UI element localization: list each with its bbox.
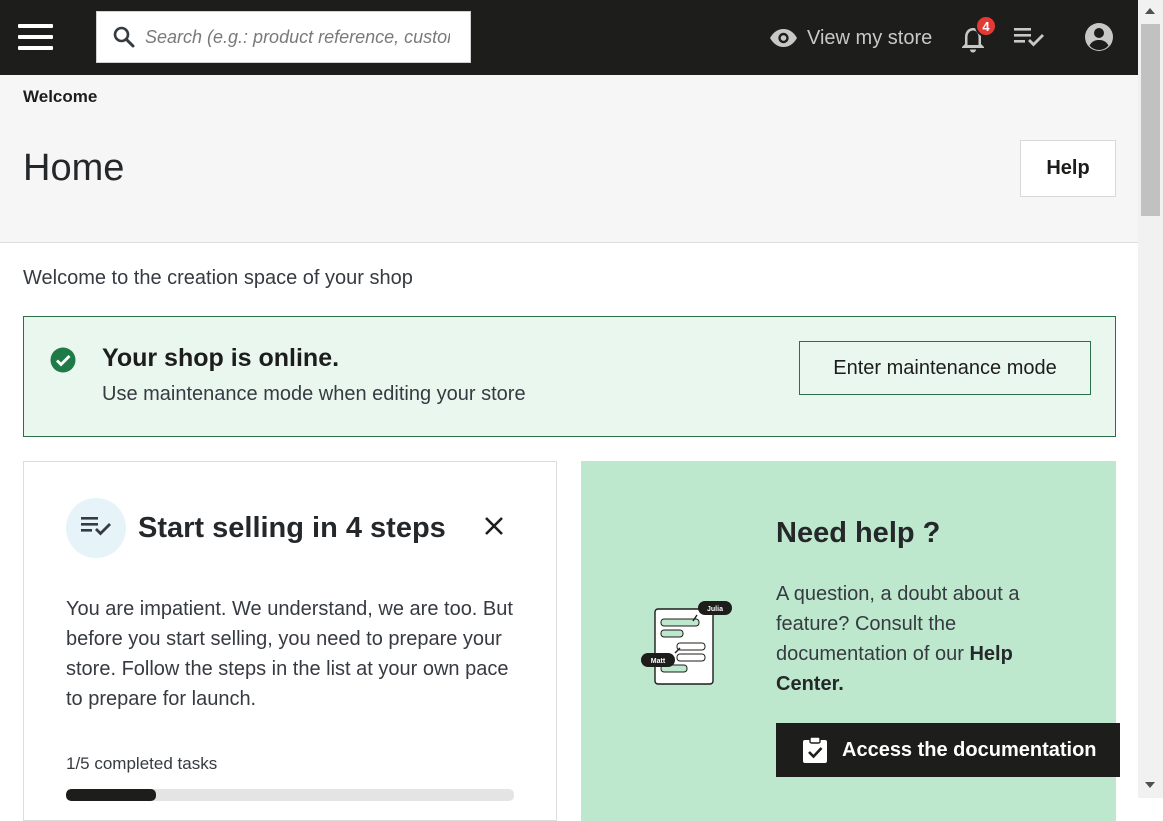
completed-tasks-label: 1/5 completed tasks (66, 754, 218, 773)
tasks-progress-fill (66, 789, 156, 801)
view-my-store-link[interactable]: View my store (769, 24, 932, 52)
chat-name-matt: Matt (651, 658, 666, 665)
steps-icon-badge (66, 498, 126, 558)
check-circle-icon (50, 347, 76, 373)
help-button[interactable]: Help (1020, 140, 1116, 197)
chat-name-julia: Julia (707, 606, 723, 613)
shop-online-title: Your shop is online. (102, 344, 340, 372)
chat-illustration: Julia Matt (641, 601, 732, 685)
tasks-progress-bar (66, 789, 514, 801)
eye-icon (770, 29, 797, 47)
need-help-text: A question, a doubt about a feature? Con… (776, 579, 1066, 699)
page-title: Home (23, 147, 125, 189)
notifications-count-badge: 4 (975, 15, 997, 37)
start-selling-title: Start selling in 4 steps (138, 512, 446, 544)
scrollbar-thumb[interactable] (1141, 24, 1160, 216)
checklist-icon (81, 517, 111, 536)
search-icon (113, 26, 135, 48)
need-help-title: Need help ? (776, 517, 941, 549)
enter-maintenance-mode-button[interactable]: Enter maintenance mode (799, 341, 1091, 395)
shop-online-banner: Your shop is online. Use maintenance mod… (23, 316, 1116, 437)
search-box[interactable] (96, 11, 471, 63)
top-bar: View my store 4 (0, 0, 1138, 75)
scroll-down-arrow-icon[interactable] (1145, 782, 1155, 788)
welcome-text: Welcome to the creation space of your sh… (23, 267, 413, 289)
menu-icon[interactable] (18, 24, 53, 50)
start-selling-card: Start selling in 4 steps You are impatie… (23, 461, 557, 821)
breadcrumb[interactable]: Welcome (23, 87, 97, 107)
scroll-up-arrow-icon[interactable] (1145, 8, 1155, 14)
close-icon[interactable] (484, 516, 504, 536)
shop-online-subtitle: Use maintenance mode when editing your s… (102, 383, 526, 405)
search-input[interactable] (145, 24, 450, 50)
page-scrollbar[interactable] (1138, 0, 1163, 798)
account-icon[interactable] (1084, 22, 1114, 52)
start-selling-description: You are impatient. We understand, we are… (66, 598, 513, 710)
access-documentation-label: Access the documentation (842, 738, 1097, 761)
access-documentation-button[interactable]: Access the documentation (776, 723, 1120, 777)
view-my-store-label: View my store (807, 26, 933, 49)
clipboard-check-icon (803, 736, 827, 763)
page-header: Welcome Home Help (0, 75, 1138, 243)
tasks-checklist-icon[interactable] (1013, 26, 1045, 48)
